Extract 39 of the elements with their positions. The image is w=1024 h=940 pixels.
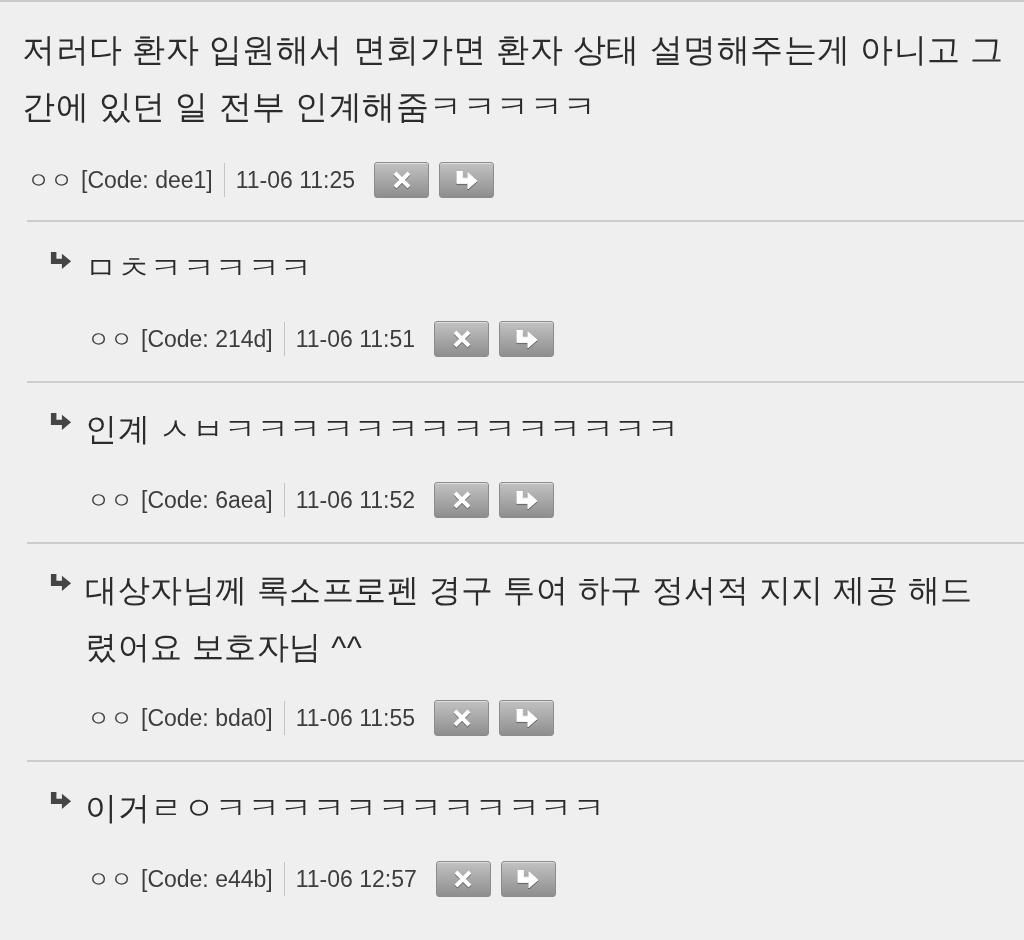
delete-button[interactable]	[435, 861, 491, 897]
reply-arrow-icon	[455, 171, 478, 189]
delete-button[interactable]	[374, 162, 430, 198]
author-name: ㅇㅇ	[87, 324, 133, 354]
timestamp: 11-06 11:25	[235, 166, 356, 194]
reply-arrow-icon	[517, 870, 540, 888]
author-name: ㅇㅇ	[87, 485, 133, 515]
reply-button[interactable]	[499, 321, 555, 357]
timestamp: 11-06 11:51	[295, 325, 416, 353]
timestamp: 11-06 11:52	[295, 486, 416, 514]
user-code: [Code: 6aea]	[141, 486, 273, 514]
reply-button[interactable]	[499, 700, 555, 736]
user-code: [Code: bda0]	[141, 704, 273, 732]
reply-arrow-icon	[515, 491, 538, 509]
reply-text: 대상자님께 록소프로펜 경구 투여 하구 정서적 지지 제공 해드렸어요 보호자님 ^^	[85, 571, 974, 667]
reply-button[interactable]	[500, 861, 556, 897]
delete-button[interactable]	[434, 321, 490, 357]
reply-text: 인계 ㅅㅂㅋㅋㅋㅋㅋㅋㅋㅋㅋㅋㅋㅋㅋㅋ	[85, 410, 680, 449]
reply-arrow-icon	[50, 792, 72, 809]
author-name: ㅇㅇ	[87, 864, 133, 894]
delete-button[interactable]	[434, 700, 490, 736]
author-name: ㅇㅇ	[87, 703, 133, 733]
timestamp: 11-06 12:57	[295, 865, 417, 893]
delete-button[interactable]	[434, 482, 490, 518]
reply-button[interactable]	[439, 162, 495, 198]
user-code: [Code: 214d]	[141, 325, 273, 353]
reply-text: 이거ㄹㅇㅋㅋㅋㅋㅋㅋㅋㅋㅋㅋㅋㅋ	[85, 789, 605, 828]
timestamp: 11-06 11:55	[295, 704, 416, 732]
reply-button[interactable]	[499, 482, 555, 518]
comment-text: 저러다 환자 입원해서 면회가면 환자 상태 설명해주는게 아니고 그간에 있던 일 전부 인계해줌ㅋㅋㅋㅋㅋ	[22, 30, 1005, 127]
reply-arrow-icon	[50, 413, 72, 430]
reply-arrow-icon	[515, 330, 538, 348]
reply-text: ㅁㅊㅋㅋㅋㅋㅋ	[85, 249, 313, 288]
author-name: ㅇㅇ	[27, 165, 73, 195]
reply-arrow-icon	[515, 709, 538, 727]
reply-arrow-icon	[50, 252, 72, 269]
user-code: [Code: e44b]	[141, 865, 273, 893]
user-code: [Code: dee1]	[81, 166, 213, 194]
reply-arrow-icon	[50, 574, 72, 591]
